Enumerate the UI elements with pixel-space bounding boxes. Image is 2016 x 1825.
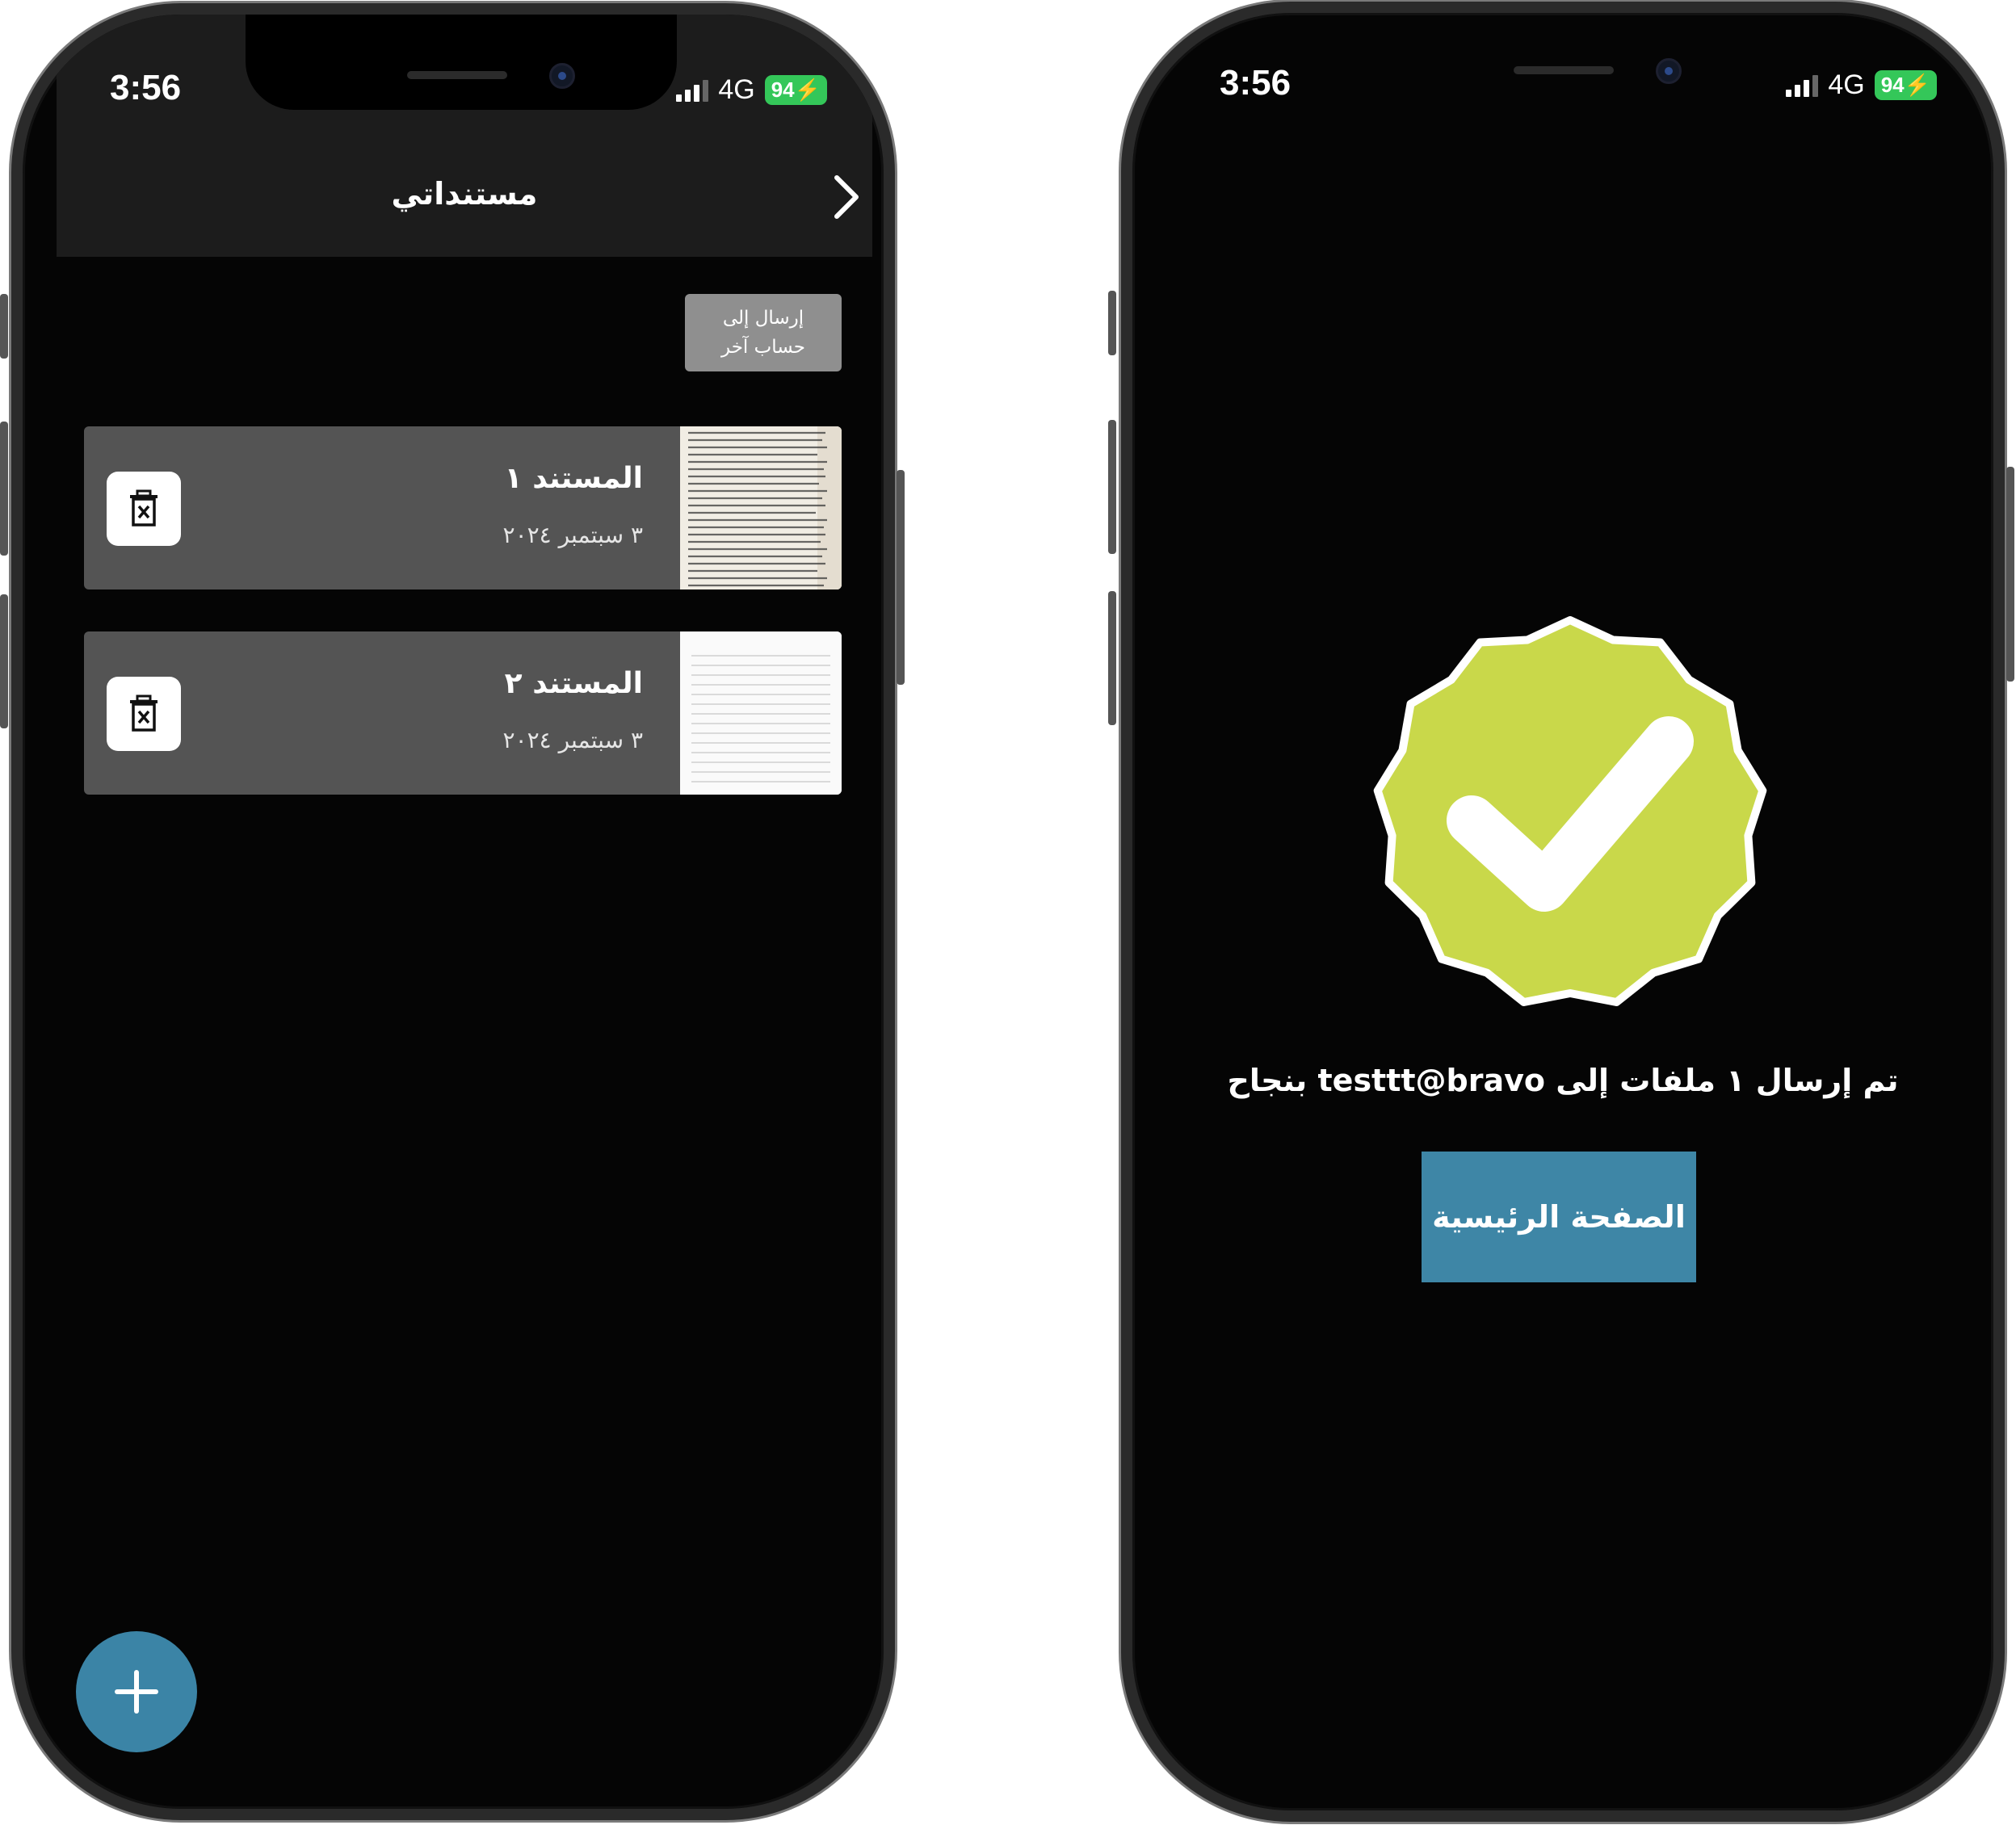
status-time: 3:56 [110,68,182,107]
status-time: 3:56 [1220,63,1292,103]
volume-down-button [0,594,8,728]
status-bar: 3:56 4G 94⚡ [1132,13,1993,103]
document-date: ٣ سبتمبر ٢٠٢٤ [502,727,643,753]
signal-icon [1786,74,1819,97]
success-message: تم إرسال ١ ملفات إلى testtt@bravo بنجاح [1227,1063,1899,1098]
battery-level: 94 [771,78,795,102]
plus-icon [115,1670,158,1714]
delete-button[interactable] [107,677,181,751]
page-title: مستنداتي [391,176,538,212]
signal-icon [676,79,709,102]
silent-switch [0,294,8,359]
delete-button[interactable] [107,472,181,546]
power-button [897,470,905,685]
status-bar: 3:56 4G 94⚡ [23,15,884,107]
volume-up-button [1108,420,1116,554]
text-page-thumbnail [680,426,842,589]
silent-switch [1108,291,1116,355]
battery-icon: 94⚡ [764,75,827,105]
network-type: 4G [718,74,755,105]
document-card[interactable]: المستند ١ ٣ سبتمبر ٢٠٢٤ [84,426,842,589]
volume-up-button [0,422,8,556]
document-card[interactable]: المستند ٢ ٣ سبتمبر ٢٠٢٤ [84,631,842,795]
trash-icon [130,489,158,527]
add-document-button[interactable] [76,1631,197,1752]
phone-frame-left: مستنداتي 3:56 4G 94⚡ إرسال إلى حساب آخر … [11,3,895,1820]
home-page-button[interactable]: الصفحة الرئيسية [1422,1152,1696,1282]
checkmark-badge-icon [1373,616,1767,1006]
phone-frame-right: 3:56 4G 94⚡ تم إرسال ١ ملفات إلى testtt@… [1121,2,2005,1822]
trash-icon [130,694,158,732]
power-button [2006,467,2014,682]
document-title: المستند ١ [504,462,643,495]
lined-page-thumbnail [680,631,842,795]
battery-icon: 94⚡ [1874,70,1937,100]
document-title: المستند ٢ [504,667,643,700]
document-date: ٣ سبتمبر ٢٠٢٤ [502,522,643,548]
network-type: 4G [1828,69,1865,100]
send-to-other-account-button[interactable]: إرسال إلى حساب آخر [685,294,842,371]
chevron-right-icon[interactable] [832,173,861,221]
volume-down-button [1108,591,1116,725]
battery-level: 94 [1880,73,1905,97]
